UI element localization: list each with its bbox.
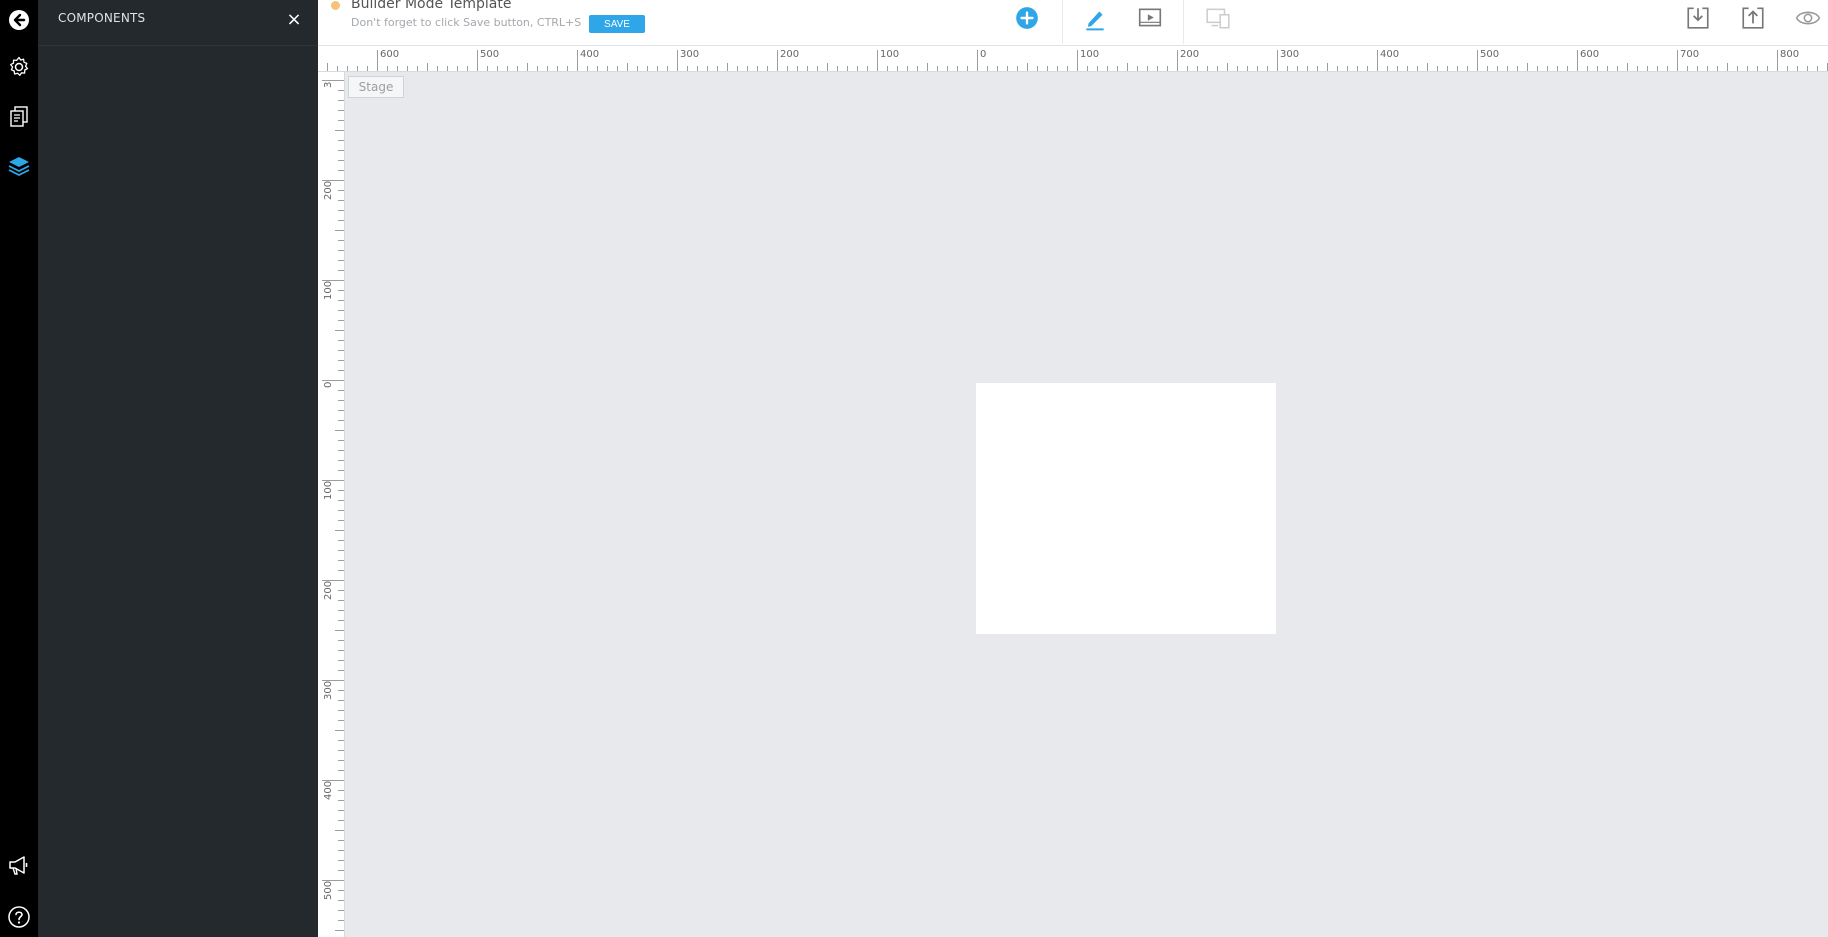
ruler-label: 200 [780,49,800,60]
ruler-label: 600 [380,49,400,60]
ruler-label: 200 [1180,49,1200,60]
vertical-ruler[interactable]: 3 200 100 0 100 200 300 400 500 [318,72,345,937]
responsive-devices-icon [1206,8,1230,29]
preview-button[interactable] [1136,4,1164,32]
layers-button[interactable] [0,146,38,186]
pages-button[interactable] [0,96,38,136]
close-icon[interactable]: × [282,8,306,32]
stage-canvas[interactable] [976,383,1276,634]
ruler-label: 100 [323,280,334,300]
ruler-label: 200 [323,180,334,200]
ruler-label: 100 [323,480,334,500]
ruler-label: 300 [1280,49,1300,60]
gear-icon [10,56,29,76]
top-toolbar: Builder Mode Template Don't forget to cl… [318,0,1828,46]
ruler-label: 200 [323,580,334,600]
ruler-label: 700 [1680,49,1700,60]
ruler-label: 500 [323,880,334,900]
layers-icon [8,157,30,177]
announcements-button[interactable] [0,845,38,885]
export-icon [1742,7,1764,29]
components-panel-title: COMPONENTS [58,11,146,25]
add-icon [1016,7,1038,29]
horizontal-ruler[interactable]: 600 500 400 300 200 100 0 100 200 300 400 500 600 700… [318,46,1828,72]
help-button[interactable] [0,897,38,937]
import-icon [1687,7,1709,29]
vertical-ruler-ticks [322,80,344,931]
stage-tag[interactable]: Stage [348,76,404,98]
ruler-label: 400 [323,780,334,800]
settings-button[interactable] [0,47,38,87]
add-button[interactable] [1013,4,1041,32]
ruler-label: 0 [980,49,987,60]
ruler-label: 0 [323,381,334,388]
back-icon [9,10,29,30]
document-title: Builder Mode Template [351,0,512,12]
back-button[interactable] [0,0,38,40]
pencil-icon [1086,11,1104,31]
edit-button[interactable] [1081,4,1109,32]
ruler-label: 300 [323,680,334,700]
pages-icon [10,106,28,127]
megaphone-icon [9,856,28,875]
responsive-button[interactable] [1204,4,1232,32]
preview-play-icon [1138,8,1162,27]
ruler-label: 400 [580,49,600,60]
save-hint: Don't forget to click Save button, CTRL+… [351,16,582,29]
ruler-label: 500 [1480,49,1500,60]
ruler-label: 300 [680,49,700,60]
export-button[interactable] [1739,4,1767,32]
components-panel-header: COMPONENTS × [38,0,318,46]
horizontal-ruler-ticks [327,50,1828,71]
ruler-label: 600 [1580,49,1600,60]
help-icon [8,906,30,928]
unsaved-status-dot [331,1,340,10]
save-button[interactable]: SAVE [589,15,645,33]
ruler-label: 100 [880,49,900,60]
ruler-label: 3 [323,81,334,88]
components-panel: COMPONENTS × [38,0,318,937]
eye-icon [1795,11,1821,25]
toolbar-divider [1183,0,1184,44]
toolbar-divider [1062,0,1063,44]
ruler-label: 800 [1780,49,1800,60]
ruler-label: 500 [480,49,500,60]
view-button[interactable] [1794,4,1822,32]
import-button[interactable] [1684,4,1712,32]
ruler-label: 400 [1380,49,1400,60]
icon-rail [0,0,38,937]
ruler-label: 100 [1080,49,1100,60]
